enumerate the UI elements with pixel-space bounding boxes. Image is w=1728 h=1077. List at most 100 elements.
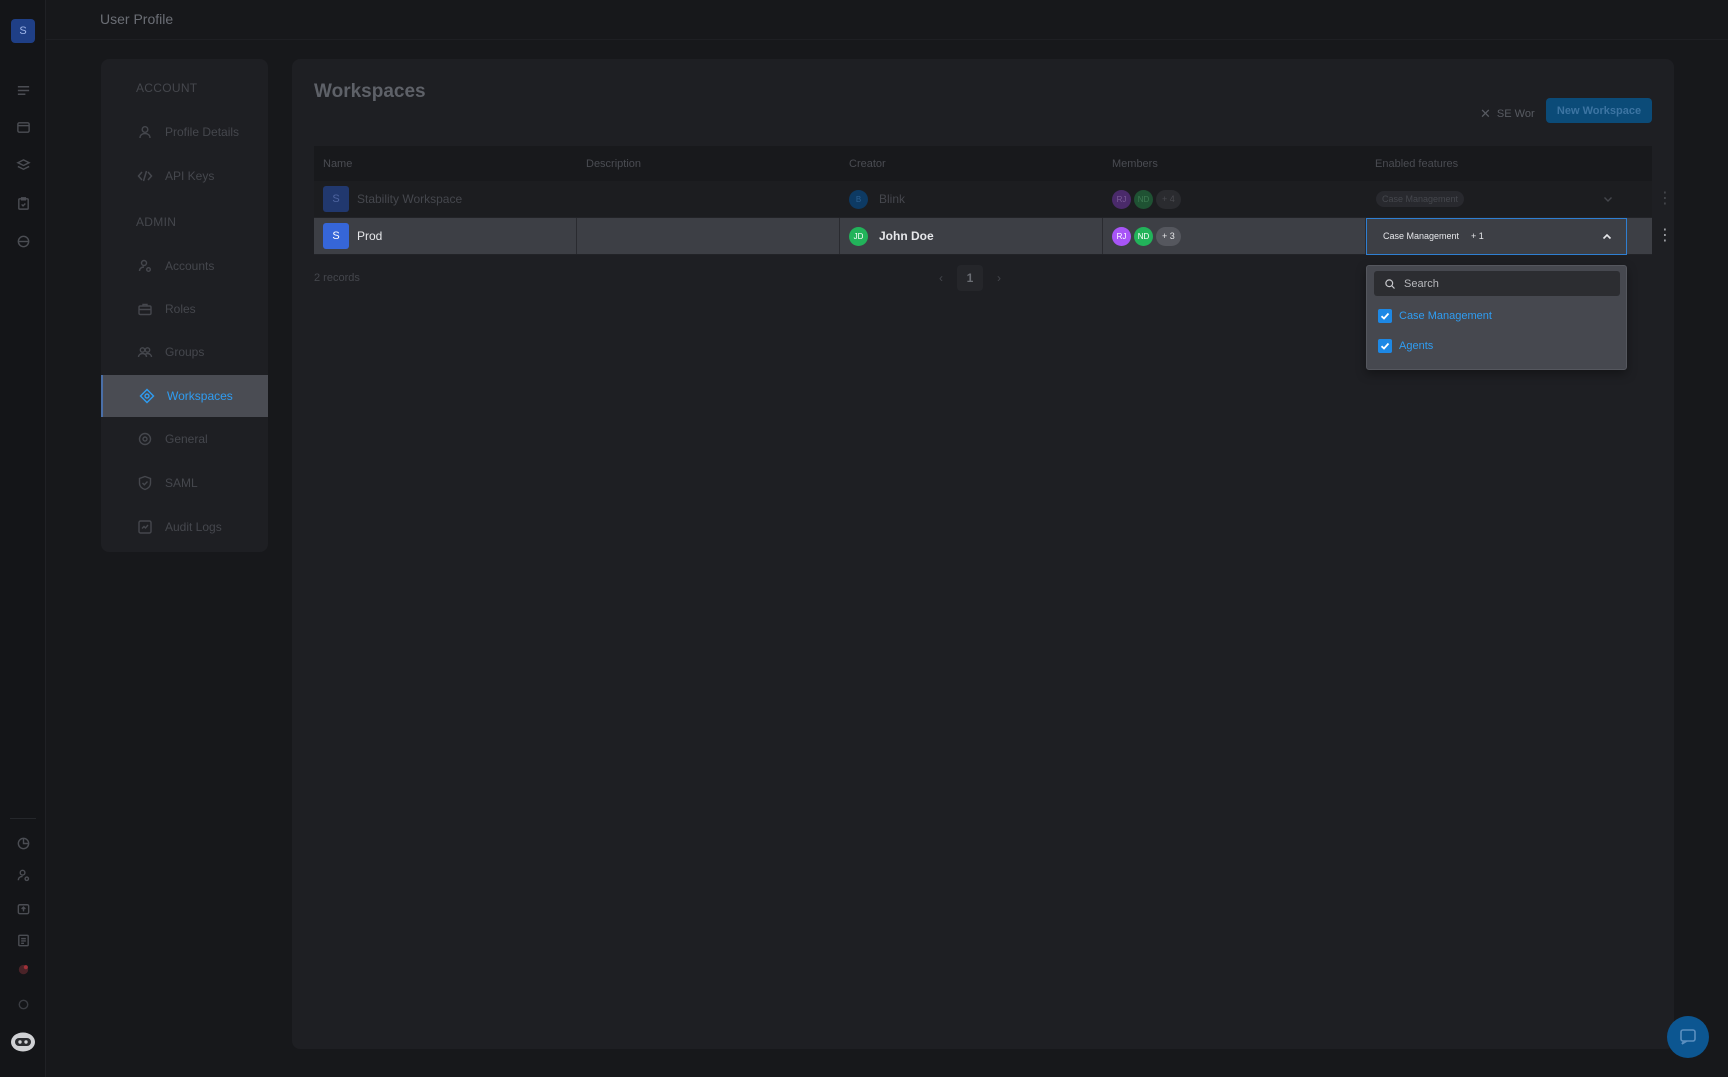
row-menu-icon[interactable]: ⋮ <box>1657 191 1673 207</box>
panel-title: Workspaces <box>314 81 426 102</box>
users-icon <box>136 343 154 361</box>
help-icon[interactable] <box>13 994 33 1014</box>
pie-chart-icon[interactable] <box>13 833 33 853</box>
pagination: ‹ 1 › <box>939 265 1001 291</box>
sidebar-item-api-keys[interactable]: API Keys <box>101 155 268 197</box>
sidebar-item-label: SAML <box>165 476 198 490</box>
close-icon[interactable]: ✕ <box>1480 106 1491 122</box>
new-workspace-button[interactable]: New Workspace <box>1546 98 1652 123</box>
column-header-members[interactable]: Members <box>1103 158 1366 170</box>
clipboard-icon[interactable] <box>13 193 33 213</box>
filter-chip[interactable]: ✕ SE Wor <box>1480 103 1535 125</box>
members-cell[interactable]: RJ ND + 3 <box>1103 218 1366 254</box>
page-button[interactable]: 1 <box>957 265 983 291</box>
sidebar-section-account: ACCOUNT <box>136 81 198 95</box>
user-gear-icon <box>136 257 154 275</box>
sidebar-item-label: Groups <box>165 345 205 359</box>
members-cell[interactable]: RJ ND + 4 <box>1103 181 1366 217</box>
avatar: JD <box>849 226 868 246</box>
workspace-icon <box>138 387 156 405</box>
user-settings-icon[interactable] <box>13 865 33 885</box>
sidebar-item-label: API Keys <box>165 169 215 183</box>
search-input[interactable] <box>1404 277 1604 290</box>
features-select[interactable]: Case Management + 1 <box>1366 217 1627 255</box>
chevron-left-icon[interactable]: ‹ <box>939 271 943 285</box>
workspace-description <box>577 181 840 217</box>
sidebar-item-saml[interactable]: SAML <box>101 462 268 504</box>
workspace-name: Stability Workspace <box>357 192 463 206</box>
list-icon[interactable] <box>13 80 33 100</box>
filter-chip-label: SE Wor <box>1496 108 1535 120</box>
checkbox-checked-icon[interactable] <box>1378 339 1392 353</box>
workspace-avatar: S <box>323 186 349 212</box>
sidebar-item-accounts[interactable]: Accounts <box>101 245 268 287</box>
creator-name: John Doe <box>879 229 934 243</box>
sidebar-item-label: Workspaces <box>167 389 233 403</box>
avatar: ND <box>1134 189 1153 209</box>
avatar: B <box>849 189 868 209</box>
workspace-name-cell: S Prod <box>314 218 577 254</box>
avatar: RJ <box>1112 226 1131 246</box>
layers-icon[interactable] <box>13 155 33 175</box>
window-icon[interactable] <box>13 117 33 137</box>
avatar: ND <box>1134 226 1153 246</box>
row-menu-icon[interactable]: ⋮ <box>1657 228 1673 244</box>
sidebar-item-profile-details[interactable]: Profile Details <box>101 111 268 153</box>
sidebar-item-audit-logs[interactable]: Audit Logs <box>101 506 268 548</box>
chevron-up-icon[interactable] <box>1600 230 1614 244</box>
settings-icon <box>136 430 154 448</box>
features-select[interactable]: Case Management <box>1366 181 1627 218</box>
workspaces-table: Name Description Creator Members Enabled… <box>314 146 1673 255</box>
document-icon[interactable] <box>13 930 33 950</box>
features-dropdown: Case Management Agents <box>1366 265 1627 370</box>
sidebar-item-label: Accounts <box>165 259 215 273</box>
members-more-badge: + 3 <box>1156 226 1181 246</box>
creator-name: Blink <box>879 192 906 206</box>
table-row[interactable]: S Stability Workspace B Blink RJ ND + 4 … <box>314 181 1673 218</box>
settings-sidebar: ACCOUNT Profile Details API Keys ADMIN A… <box>101 59 268 552</box>
app-root: S User Profile ACCOUNT Profile Details A… <box>0 0 1728 1077</box>
checkbox-checked-icon[interactable] <box>1378 309 1392 323</box>
column-header-enabled-features[interactable]: Enabled features <box>1366 158 1629 170</box>
chevron-down-icon[interactable] <box>1601 192 1615 206</box>
workspace-switcher[interactable]: S <box>11 19 35 43</box>
notification-bell-icon[interactable] <box>13 959 33 979</box>
workspaces-panel: Workspaces ✕ SE Wor New Workspace Name D… <box>292 59 1674 1049</box>
dropdown-search[interactable] <box>1374 271 1620 296</box>
user-icon <box>136 123 154 141</box>
feature-pill: Case Management <box>1383 231 1460 241</box>
column-header-name[interactable]: Name <box>314 158 577 170</box>
workspace-avatar: S <box>323 223 349 249</box>
sidebar-item-label: General <box>165 432 208 446</box>
column-header-creator[interactable]: Creator <box>840 158 1103 170</box>
option-label: Agents <box>1399 340 1434 352</box>
feature-pill: Case Management <box>1376 191 1465 207</box>
avatar: RJ <box>1112 189 1131 209</box>
globe-icon[interactable] <box>13 231 33 251</box>
features-cell[interactable]: Case Management + 1 <box>1366 217 1629 255</box>
chat-launcher[interactable] <box>1667 1016 1709 1058</box>
table-row[interactable]: S Prod JD John Doe RJ ND + 3 Case Manage… <box>314 217 1673 255</box>
rail-divider <box>10 818 36 819</box>
column-header-description[interactable]: Description <box>577 158 840 170</box>
features-cell[interactable]: Case Management <box>1366 181 1629 218</box>
sidebar-item-groups[interactable]: Groups <box>101 331 268 373</box>
code-icon <box>136 167 154 185</box>
sidebar-item-label: Audit Logs <box>165 520 222 534</box>
shield-icon <box>136 474 154 492</box>
members-more-badge: + 4 <box>1156 189 1181 209</box>
sidebar-item-roles[interactable]: Roles <box>101 288 268 330</box>
creator-cell: B Blink <box>840 181 1103 217</box>
briefcase-icon <box>136 300 154 318</box>
sidebar-item-workspaces[interactable]: Workspaces <box>101 375 268 417</box>
records-count: 2 records <box>314 272 360 284</box>
upload-box-icon[interactable] <box>13 898 33 918</box>
dropdown-option-agents[interactable]: Agents <box>1378 339 1433 353</box>
option-label: Case Management <box>1399 310 1492 322</box>
dropdown-option-case-management[interactable]: Case Management <box>1378 309 1492 323</box>
chat-icon <box>1680 1029 1696 1045</box>
chevron-right-icon[interactable]: › <box>997 271 1001 285</box>
assistant-icon[interactable] <box>10 1031 36 1053</box>
workspace-name-cell: S Stability Workspace <box>314 181 577 217</box>
sidebar-item-general[interactable]: General <box>101 418 268 460</box>
